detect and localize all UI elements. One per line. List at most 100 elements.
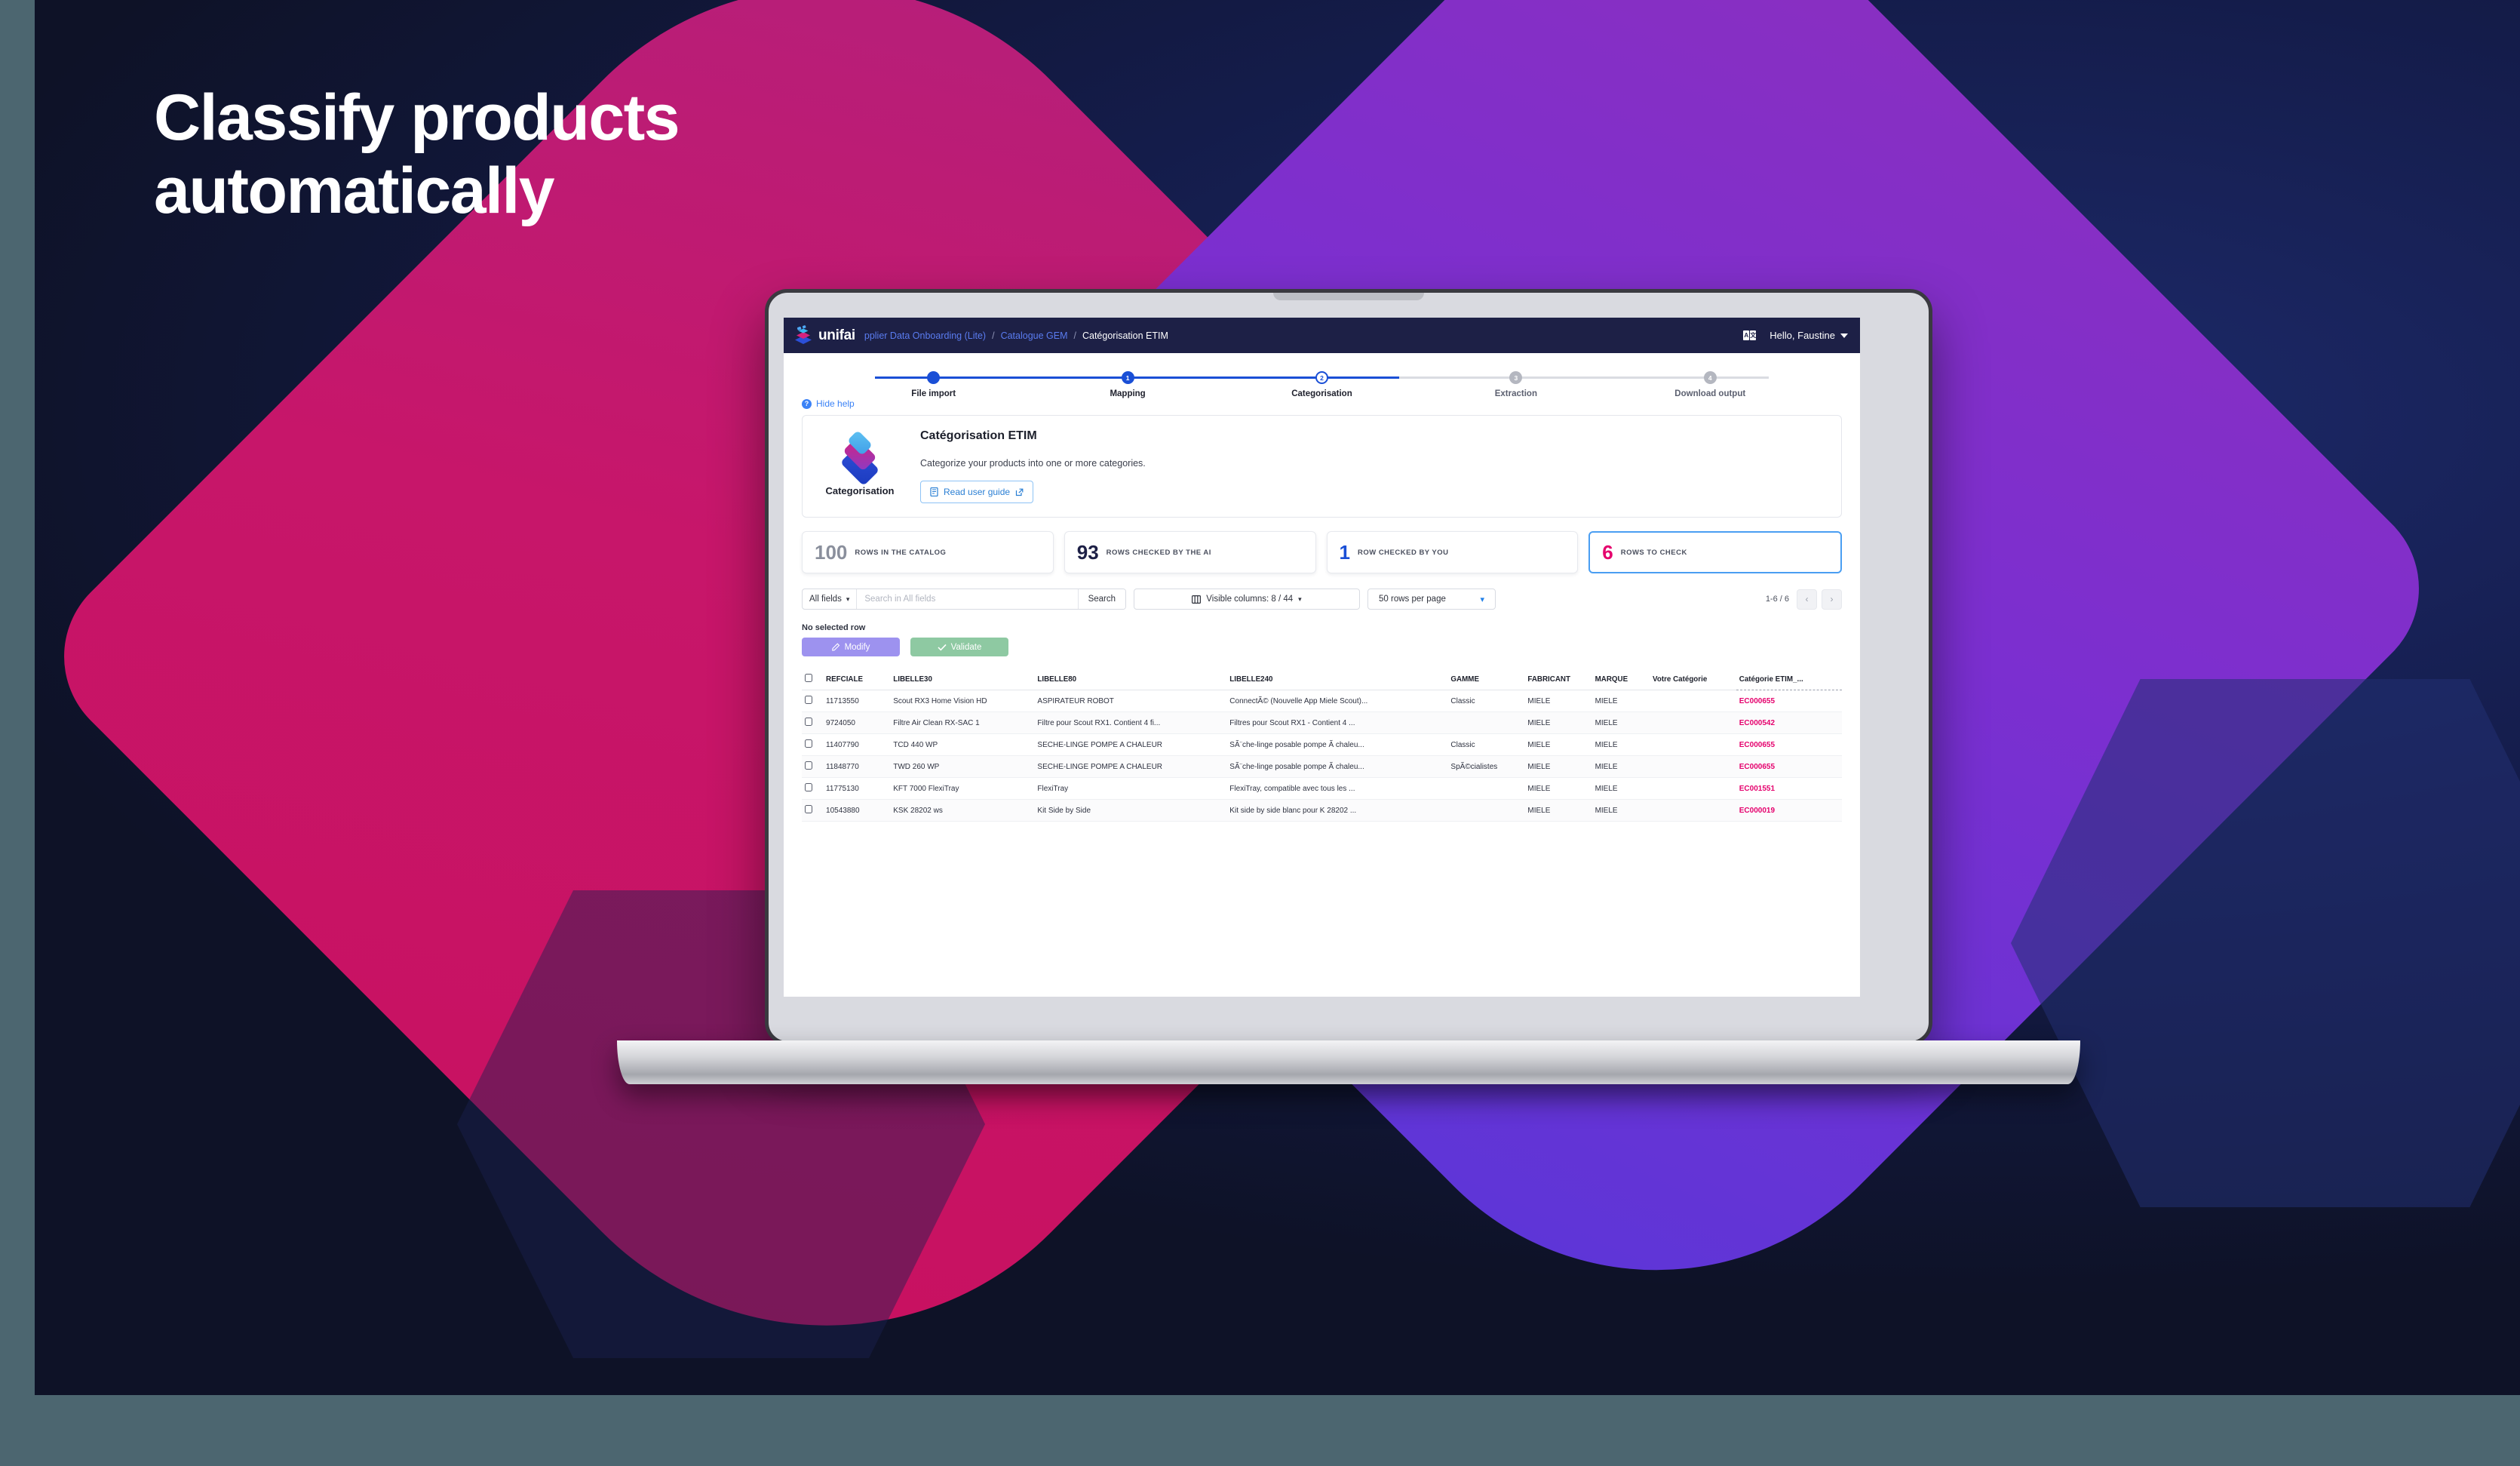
breadcrumb-item-catalogue[interactable]: Catalogue GEM <box>1001 330 1068 341</box>
brand-logo[interactable]: unifai <box>793 324 855 346</box>
table-header-gamme[interactable]: GAMME <box>1447 668 1525 690</box>
question-circle-icon: ? <box>802 398 812 409</box>
help-card-title: Catégorisation ETIM <box>920 429 1037 442</box>
cell-categorie-etim[interactable]: EC000655 <box>1736 690 1842 712</box>
cell-libelle30: KFT 7000 FlexiTray <box>890 777 1035 800</box>
row-checkbox-cell <box>802 733 824 756</box>
cell-libelle30: TWD 260 WP <box>890 755 1035 778</box>
cell-libelle80: Kit Side by Side <box>1034 799 1227 822</box>
cell-categorie-etim[interactable]: EC001551 <box>1736 777 1842 800</box>
categorisation-layers-icon <box>838 430 882 487</box>
cell-gamme: SpÃ©cialistes <box>1447 755 1525 778</box>
stat-card-rows-in-catalog[interactable]: 100 ROWS IN THE CATALOG <box>802 531 1054 573</box>
row-checkbox[interactable] <box>805 718 812 726</box>
table-row[interactable]: 10543880 KSK 28202 ws Kit Side by Side K… <box>802 799 1842 822</box>
cell-marque: MIELE <box>1591 733 1650 756</box>
select-all-checkbox[interactable] <box>805 674 812 682</box>
hide-help-toggle[interactable]: ? Hide help <box>802 398 1860 409</box>
visible-columns-select[interactable]: Visible columns: 8 / 44 ▾ <box>1134 589 1360 610</box>
cell-categorie-etim[interactable]: EC000542 <box>1736 711 1842 734</box>
table-row[interactable]: 11775130 KFT 7000 FlexiTray FlexiTray Fl… <box>802 777 1842 800</box>
brand-logo-text: unifai <box>818 327 855 343</box>
selection-bar: No selected row Modify Validate <box>802 623 1842 656</box>
table-row[interactable]: 9724050 Filtre Air Clean RX-SAC 1 Filtre… <box>802 711 1842 734</box>
table-toolbar: All fields ▾ Search in All fields Search… <box>802 589 1842 610</box>
stat-card-rows-checked-by-ai[interactable]: 93 ROWS CHECKED BY THE AI <box>1064 531 1316 573</box>
cell-categorie-etim[interactable]: EC000655 <box>1736 755 1842 778</box>
search-button[interactable]: Search <box>1077 589 1125 609</box>
cell-gamme: Classic <box>1447 733 1525 756</box>
laptop-mockup: unifai pplier Data Onboarding (Lite) / C… <box>617 289 2080 1084</box>
chevron-right-icon: › <box>1830 594 1834 604</box>
read-user-guide-label: Read user guide <box>944 487 1011 497</box>
row-checkbox[interactable] <box>805 805 812 813</box>
translate-icon[interactable]: A 文 <box>1743 330 1757 340</box>
table-head: REFCIALE LIBELLE30 LIBELLE80 LIBELLE240 … <box>802 668 1842 690</box>
modify-button[interactable]: Modify <box>802 638 900 656</box>
row-checkbox[interactable] <box>805 761 812 770</box>
table-row[interactable]: 11713550 Scout RX3 Home Vision HD ASPIRA… <box>802 690 1842 712</box>
table-header-libelle30[interactable]: LIBELLE30 <box>890 668 1035 690</box>
laptop-base <box>617 1040 2080 1084</box>
stepper-dot-3: 3 <box>1509 371 1523 384</box>
stepper-step-file-import[interactable]: File import <box>836 371 1030 398</box>
cell-libelle80: SECHE-LINGE POMPE A CHALEUR <box>1034 755 1227 778</box>
row-checkbox[interactable] <box>805 696 812 704</box>
read-user-guide-button[interactable]: Read user guide <box>920 481 1034 503</box>
stat-label-3: ROWS TO CHECK <box>1620 548 1687 557</box>
chevron-left-icon: ‹ <box>1805 594 1809 604</box>
stepper-step-categorisation[interactable]: 2 Categorisation <box>1225 371 1419 398</box>
cell-libelle240: SÃ¨che-linge posable pompe Ã chaleu... <box>1226 755 1448 778</box>
stat-label-0: ROWS IN THE CATALOG <box>855 548 947 557</box>
navbar-right-group: A 文 Hello, Faustine <box>1743 330 1848 341</box>
stepper-step-download-output[interactable]: 4 Download output <box>1613 371 1807 398</box>
stepper-dot-4: 4 <box>1703 371 1717 384</box>
table-header-row: REFCIALE LIBELLE30 LIBELLE80 LIBELLE240 … <box>802 668 1842 690</box>
row-checkbox[interactable] <box>805 783 812 791</box>
pagination-next-button[interactable]: › <box>1822 589 1842 610</box>
table-header-categorie-etim[interactable]: Catégorie ETIM_... <box>1736 668 1842 690</box>
stepper-step-extraction[interactable]: 3 Extraction <box>1419 371 1613 398</box>
field-scope-select[interactable]: All fields ▾ <box>803 589 858 609</box>
rows-per-page-select[interactable]: 50 rows per page ▾ <box>1367 589 1496 610</box>
pagination-prev-button[interactable]: ‹ <box>1797 589 1817 610</box>
stepper-step-mapping[interactable]: 1 Mapping <box>1030 371 1224 398</box>
chevron-down-icon: ▾ <box>846 595 850 603</box>
cell-categorie-etim[interactable]: EC000019 <box>1736 799 1842 822</box>
help-card-icon-label: Categorisation <box>825 485 895 496</box>
cell-gamme <box>1447 799 1525 822</box>
cell-votre-categorie <box>1650 711 1736 734</box>
table-header-votre-categorie[interactable]: Votre Catégorie <box>1650 668 1736 690</box>
breadcrumb-item-workspace[interactable]: pplier Data Onboarding (Lite) <box>864 330 986 341</box>
validate-button[interactable]: Validate <box>910 638 1008 656</box>
hero-headline-line2: automatically <box>154 155 555 228</box>
table-header-fabricant[interactable]: FABRICANT <box>1524 668 1592 690</box>
user-menu[interactable]: Hello, Faustine <box>1770 330 1848 341</box>
table-header-refciale[interactable]: REFCIALE <box>823 668 891 690</box>
stepper-steps: File import 1 Mapping 2 Categorisation 3… <box>836 371 1807 398</box>
row-checkbox-cell <box>802 711 824 734</box>
translate-icon-letter-b: 文 <box>1750 330 1757 340</box>
search-input[interactable] <box>857 589 1078 609</box>
cell-fabricant: MIELE <box>1524 711 1592 734</box>
table-header-marque[interactable]: MARQUE <box>1591 668 1650 690</box>
table-row[interactable]: 11848770 TWD 260 WP SECHE-LINGE POMPE A … <box>802 755 1842 778</box>
cell-libelle30: TCD 440 WP <box>890 733 1035 756</box>
cell-libelle30: Scout RX3 Home Vision HD <box>890 690 1035 712</box>
cell-refciale: 11775130 <box>823 777 891 800</box>
cell-votre-categorie <box>1650 690 1736 712</box>
cell-marque: MIELE <box>1591 799 1650 822</box>
stat-card-row-checked-by-you[interactable]: 1 ROW CHECKED BY YOU <box>1326 531 1579 573</box>
cell-refciale: 9724050 <box>823 711 891 734</box>
cell-libelle80: ASPIRATEUR ROBOT <box>1034 690 1227 712</box>
row-checkbox[interactable] <box>805 739 812 748</box>
cell-marque: MIELE <box>1591 690 1650 712</box>
table-header-libelle80[interactable]: LIBELLE80 <box>1034 668 1227 690</box>
cell-fabricant: MIELE <box>1524 690 1592 712</box>
table-header-libelle240[interactable]: LIBELLE240 <box>1226 668 1448 690</box>
stat-card-rows-to-check[interactable]: 6 ROWS TO CHECK <box>1588 531 1842 573</box>
rows-per-page-label: 50 rows per page <box>1379 595 1446 604</box>
cell-categorie-etim[interactable]: EC000655 <box>1736 733 1842 756</box>
cell-gamme <box>1447 711 1525 734</box>
table-row[interactable]: 11407790 TCD 440 WP SECHE-LINGE POMPE A … <box>802 733 1842 756</box>
